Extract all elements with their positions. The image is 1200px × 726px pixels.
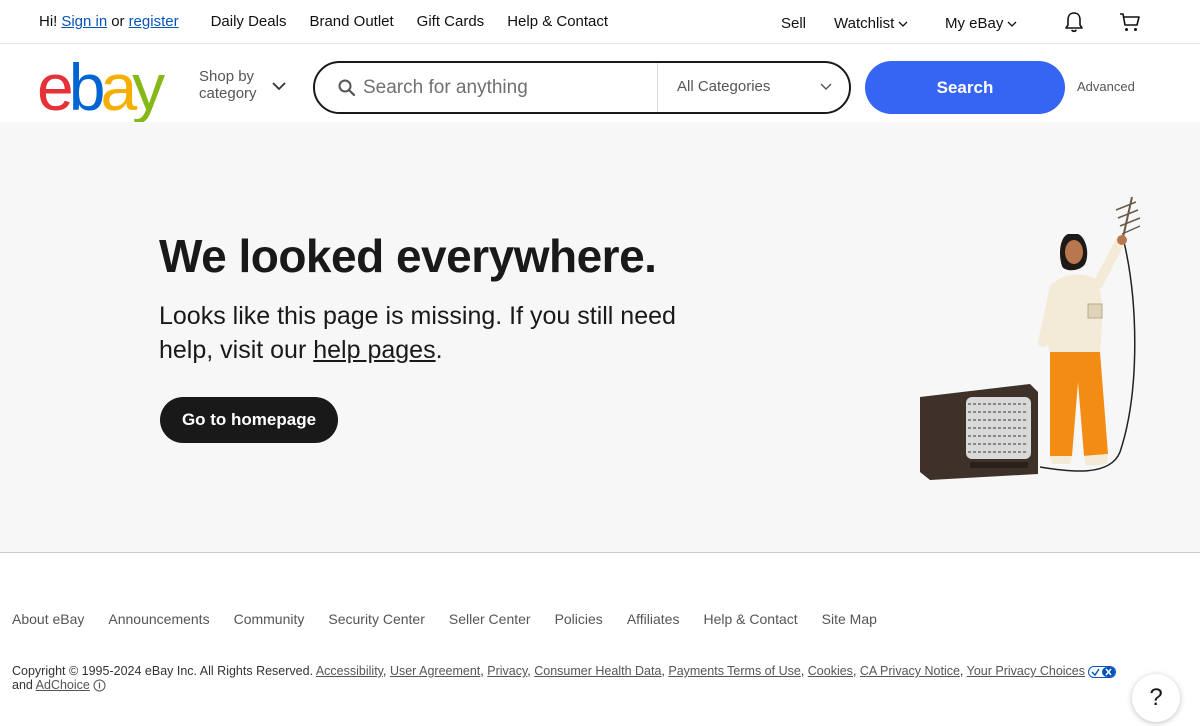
ebay-logo[interactable]: ebay xyxy=(37,50,165,124)
sign-in-link[interactable]: Sign in xyxy=(61,13,107,30)
logo-letter-y: y xyxy=(132,50,165,124)
watchlist-label: Watchlist xyxy=(834,15,895,32)
go-to-homepage-button[interactable]: Go to homepage xyxy=(160,397,338,443)
greeting-text: Hi! xyxy=(39,13,58,30)
search-button[interactable]: Search xyxy=(865,61,1065,114)
search-icon xyxy=(338,79,356,97)
legal-link-cookies[interactable]: Cookies xyxy=(808,664,853,678)
footer-link-affiliates[interactable]: Affiliates xyxy=(627,611,680,627)
footer-link-site-map[interactable]: Site Map xyxy=(822,611,877,627)
greeting: Hi! Sign in or register xyxy=(39,13,179,30)
gift-cards-link[interactable]: Gift Cards xyxy=(417,13,485,30)
privacy-choices-icon xyxy=(1088,665,1117,678)
and-text: and xyxy=(12,678,33,692)
advanced-search-link[interactable]: Advanced xyxy=(1077,79,1135,94)
legal-link-accessibility[interactable]: Accessibility xyxy=(316,664,383,678)
chevron-down-icon[interactable] xyxy=(272,81,286,91)
top-bar-left: Hi! Sign in or register Daily Deals Bran… xyxy=(39,13,631,30)
help-pages-link[interactable]: help pages xyxy=(313,336,435,364)
footer-link-security[interactable]: Security Center xyxy=(328,611,424,627)
cart-icon[interactable] xyxy=(1118,10,1142,34)
or-text: or xyxy=(111,13,125,30)
daily-deals-link[interactable]: Daily Deals xyxy=(211,13,287,30)
help-contact-link[interactable]: Help & Contact xyxy=(507,13,608,30)
shop-by-category-button[interactable]: Shop by category xyxy=(199,68,257,102)
logo-letter-a: a xyxy=(100,50,137,124)
footer-link-policies[interactable]: Policies xyxy=(555,611,603,627)
message-end: . xyxy=(435,336,443,364)
page-title: We looked everywhere. xyxy=(159,230,657,282)
legal-link-ca-privacy[interactable]: CA Privacy Notice xyxy=(860,664,960,678)
legal-link-privacy-choices[interactable]: Your Privacy Choices xyxy=(967,664,1085,678)
logo-letter-b: b xyxy=(68,50,106,124)
chevron-down-icon xyxy=(1007,21,1017,27)
adchoice-icon[interactable] xyxy=(93,679,106,692)
category-label: category xyxy=(199,85,257,102)
category-select[interactable]: All Categories xyxy=(677,78,770,95)
copyright-text: Copyright © 1995-2024 eBay Inc. All Righ… xyxy=(12,664,314,678)
person-with-tv-illustration xyxy=(920,196,1141,480)
legal-link-user-agreement[interactable]: User Agreement xyxy=(390,664,480,678)
brand-outlet-link[interactable]: Brand Outlet xyxy=(309,13,393,30)
legal-link-consumer-health[interactable]: Consumer Health Data xyxy=(534,664,661,678)
chevron-down-icon xyxy=(898,21,908,27)
search-box: All Categories xyxy=(313,61,851,114)
footer-link-community[interactable]: Community xyxy=(234,611,305,627)
register-link[interactable]: register xyxy=(129,13,179,30)
footer-link-help[interactable]: Help & Contact xyxy=(703,611,797,627)
bell-icon[interactable] xyxy=(1062,10,1086,34)
missing-message: Looks like this page is missing. If you … xyxy=(159,299,719,367)
shop-by-label: Shop by xyxy=(199,68,255,85)
logo-letter-e: e xyxy=(37,50,74,124)
my-ebay-label: My eBay xyxy=(945,15,1004,32)
footer-nav: About eBay Announcements Community Secur… xyxy=(12,611,901,627)
copyright: Copyright © 1995-2024 eBay Inc. All Righ… xyxy=(12,664,1182,692)
footer-link-about[interactable]: About eBay xyxy=(12,611,84,627)
help-bubble-button[interactable]: ? xyxy=(1132,674,1180,722)
header: ebay Shop by category All Categories Sea… xyxy=(0,44,1200,122)
my-ebay-menu[interactable]: My eBay xyxy=(945,15,1017,32)
footer-link-seller-center[interactable]: Seller Center xyxy=(449,611,531,627)
adchoice-link[interactable]: AdChoice xyxy=(36,678,90,692)
watchlist-menu[interactable]: Watchlist xyxy=(834,15,908,32)
sell-link[interactable]: Sell xyxy=(781,15,806,32)
footer-link-announcements[interactable]: Announcements xyxy=(108,611,209,627)
legal-link-privacy[interactable]: Privacy xyxy=(487,664,527,678)
top-bar: Hi! Sign in or register Daily Deals Bran… xyxy=(0,0,1200,44)
divider xyxy=(657,63,658,112)
not-found-panel: We looked everywhere. Looks like this pa… xyxy=(0,122,1200,553)
legal-link-payments-terms[interactable]: Payments Terms of Use xyxy=(668,664,800,678)
chevron-down-icon[interactable] xyxy=(820,83,832,91)
search-input[interactable] xyxy=(363,73,653,103)
